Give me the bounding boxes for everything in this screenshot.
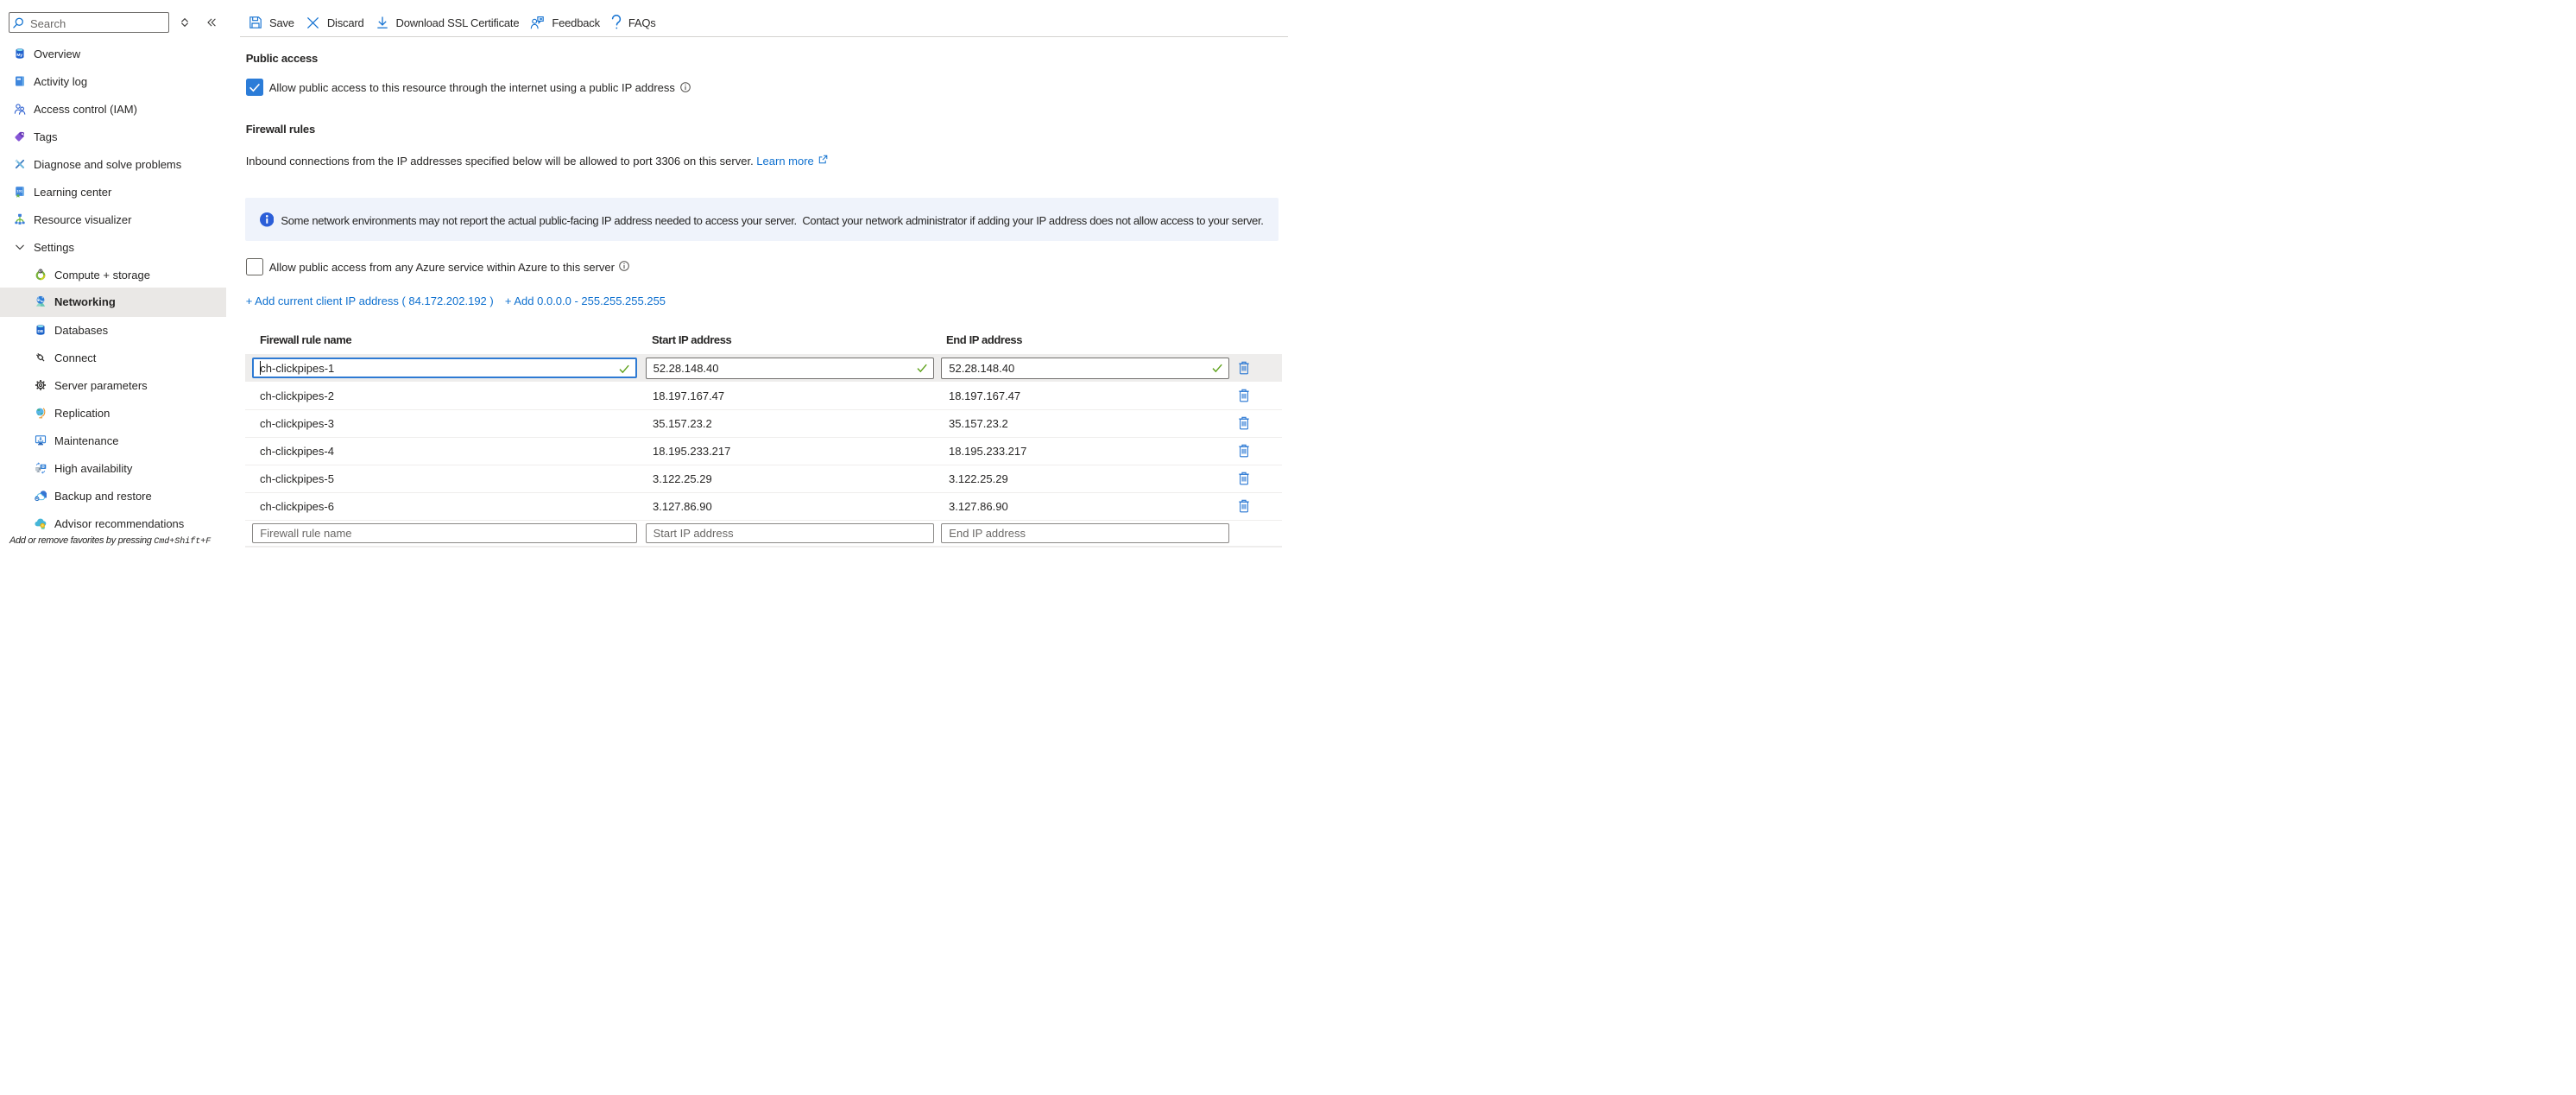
svg-text:My: My: [16, 52, 22, 57]
svg-text:DB: DB: [38, 328, 44, 332]
svg-text:101: 101: [16, 188, 22, 193]
